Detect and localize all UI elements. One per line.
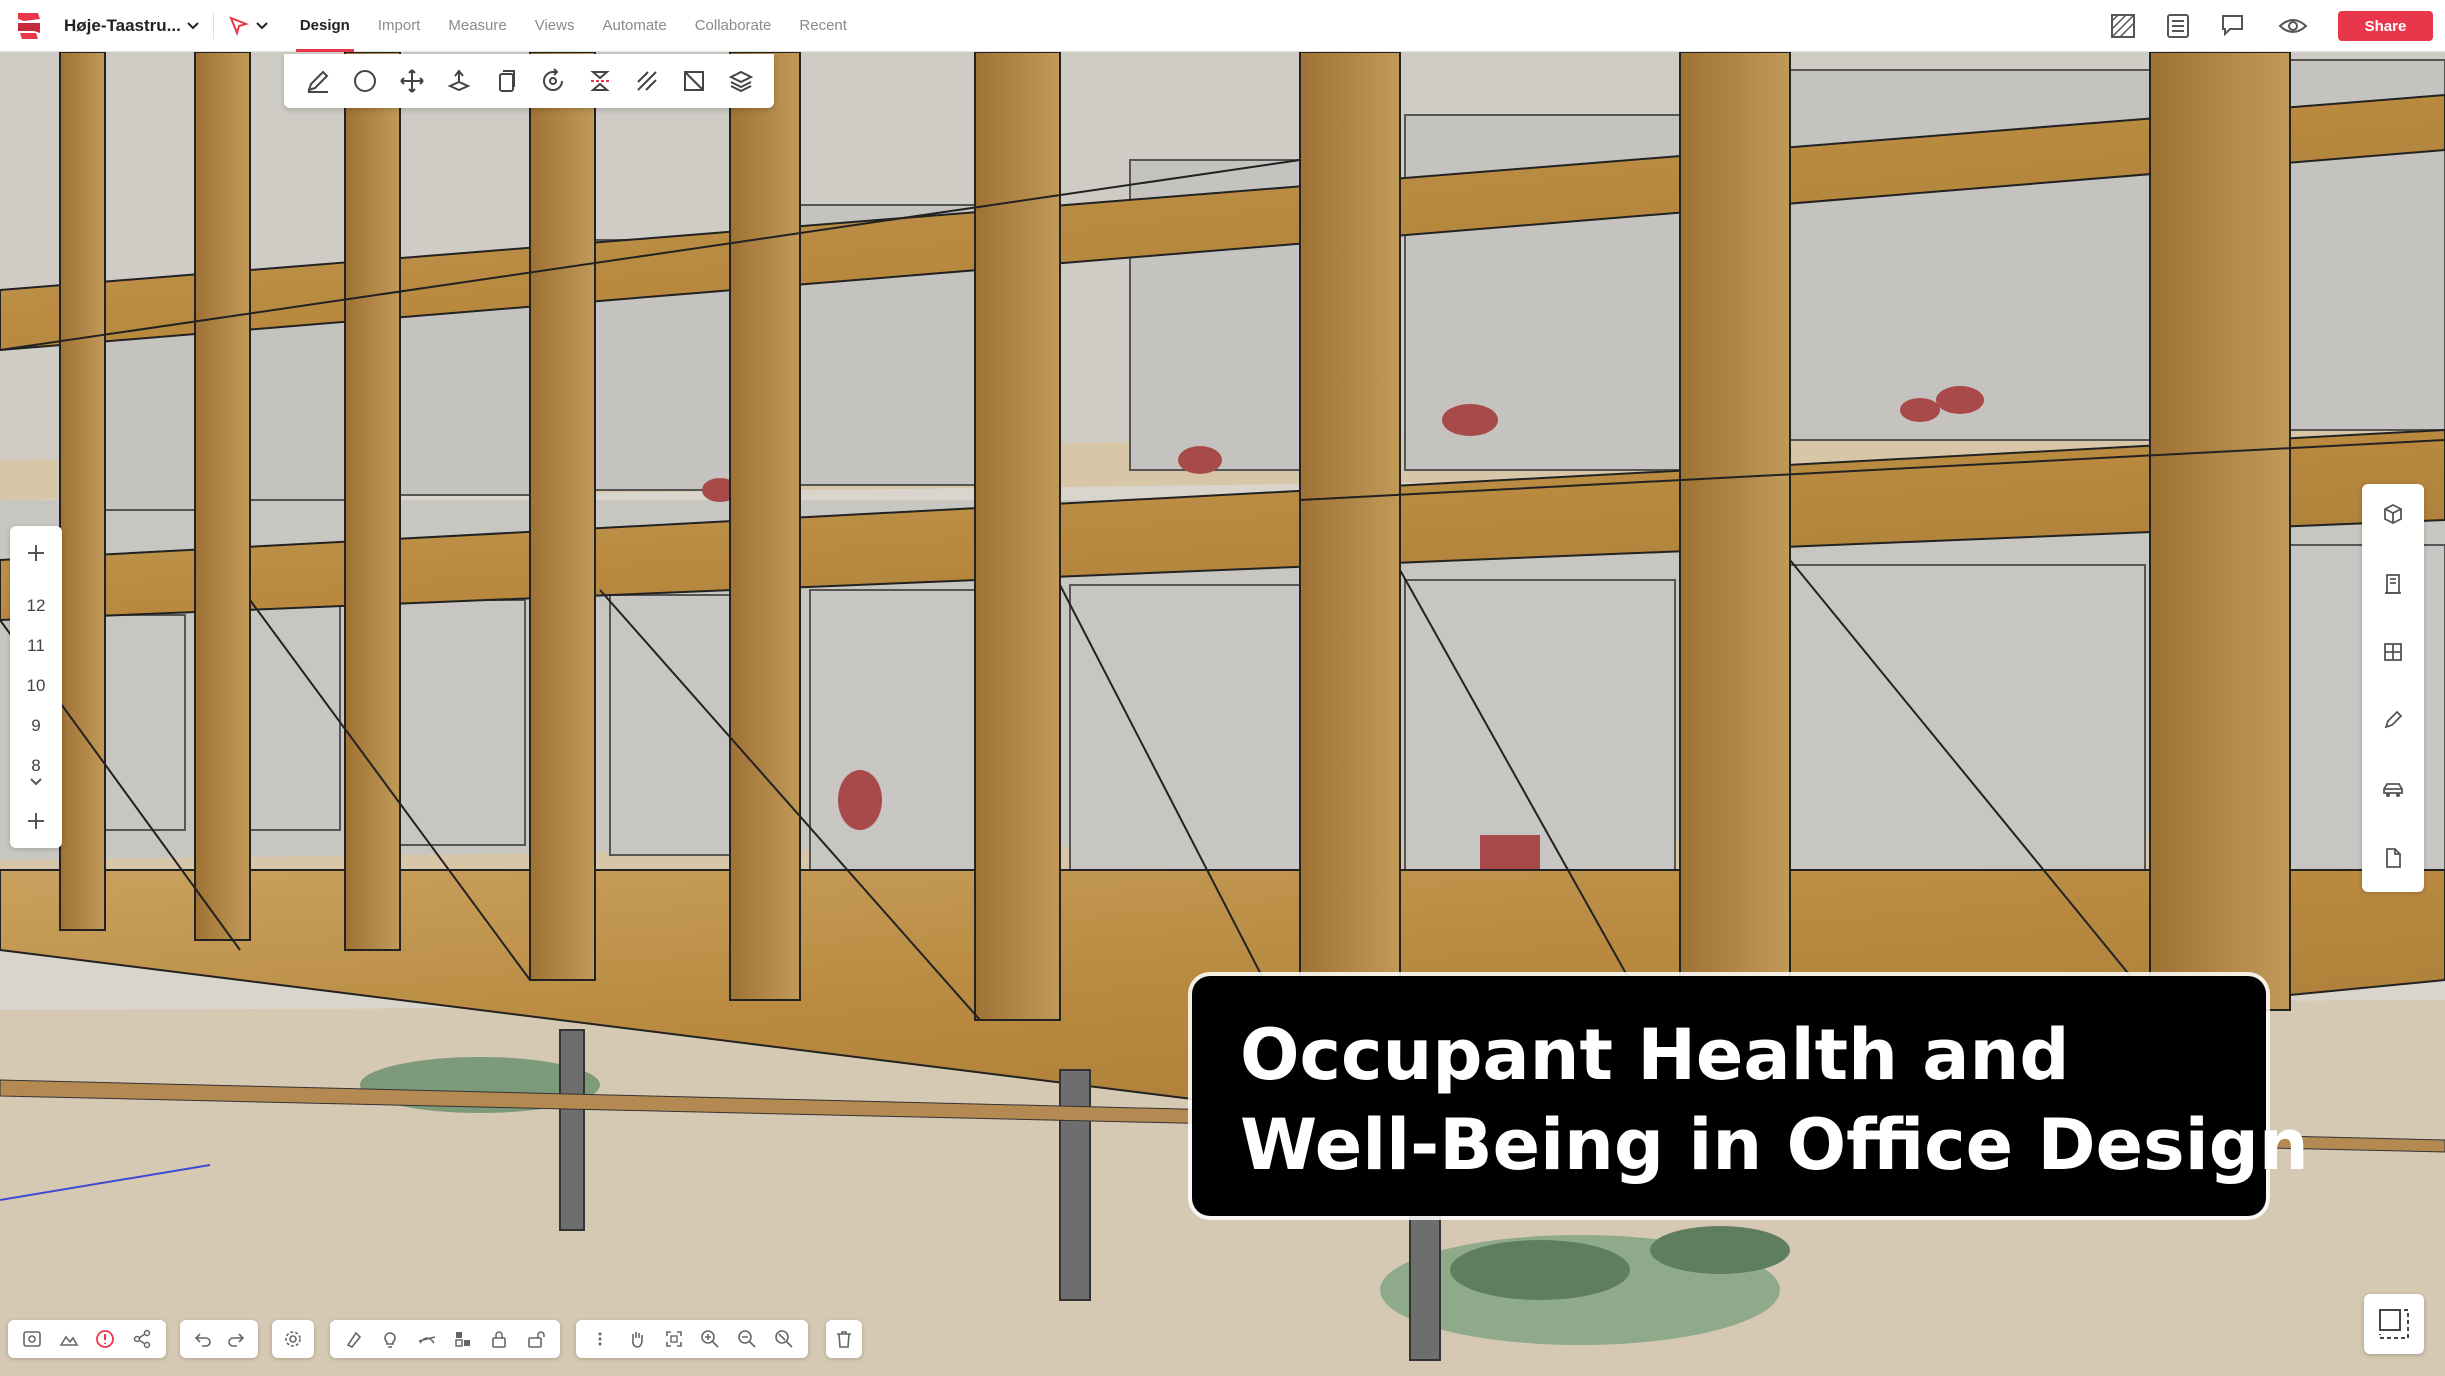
plus-icon [27, 544, 45, 562]
zoom-out-icon[interactable] [733, 1325, 761, 1353]
menu-design[interactable]: Design [286, 0, 364, 52]
offset-icon[interactable] [631, 65, 663, 97]
material-icon[interactable] [449, 1325, 477, 1353]
floor-level-item[interactable]: 12 [10, 596, 62, 616]
select-tool-dropdown[interactable] [228, 15, 268, 37]
menu-recent[interactable]: Recent [785, 0, 861, 52]
divider [212, 12, 214, 39]
project-name: Høje-Taastru... [64, 15, 181, 35]
caption-line-2: Well-Being in Office Design [1240, 1104, 2309, 1186]
caption-line-1: Occupant Health and [1240, 1014, 2070, 1096]
bottom-group-settings [272, 1320, 314, 1358]
warning-icon[interactable] [91, 1325, 119, 1353]
unlock-icon[interactable] [522, 1325, 550, 1353]
notes-icon[interactable] [2166, 13, 2190, 39]
chevron-down-icon [30, 778, 42, 786]
bottom-group-navigation [576, 1320, 808, 1358]
copy-icon[interactable] [490, 65, 522, 97]
grid-icon[interactable] [2377, 636, 2409, 668]
column-icon[interactable] [2377, 568, 2409, 600]
delete-icon[interactable] [832, 1325, 856, 1353]
floor-level-item[interactable]: 9 [10, 716, 62, 736]
add-floor-above-button[interactable] [10, 536, 62, 570]
mirror-icon[interactable] [584, 65, 616, 97]
bottom-group-delete [826, 1320, 862, 1358]
project-selector[interactable]: Høje-Taastru... [64, 16, 199, 36]
eye-icon[interactable] [2278, 16, 2308, 36]
document-icon[interactable] [2377, 842, 2409, 874]
car-icon[interactable] [2377, 774, 2409, 806]
terrain-icon[interactable] [55, 1325, 83, 1353]
menu-import[interactable]: Import [364, 0, 435, 52]
menu-measure[interactable]: Measure [434, 0, 520, 52]
scroll-down-button[interactable] [10, 770, 62, 794]
fit-icon[interactable] [660, 1325, 688, 1353]
zoom-in-icon[interactable] [696, 1325, 724, 1353]
share-button[interactable]: Share [2338, 11, 2433, 41]
visibility-icon[interactable] [18, 1325, 46, 1353]
share-icon[interactable] [128, 1325, 156, 1353]
paint-icon[interactable] [340, 1325, 368, 1353]
comments-icon[interactable] [2220, 13, 2248, 39]
circle-icon[interactable] [349, 65, 381, 97]
chevron-down-icon [187, 21, 199, 30]
select-arrow-icon [228, 15, 250, 37]
plus-icon [27, 812, 45, 830]
floor-level-panel: 12 11 10 9 8 [10, 526, 62, 848]
viewport-frame-button[interactable] [2364, 1294, 2424, 1354]
menu-views[interactable]: Views [521, 0, 589, 52]
pen-icon[interactable] [2377, 704, 2409, 736]
more-icon[interactable] [586, 1325, 614, 1353]
frame-icon [2374, 1304, 2414, 1344]
floor-level-item[interactable]: 11 [10, 636, 62, 656]
right-tool-panel [2362, 484, 2424, 892]
settings-icon[interactable] [279, 1325, 307, 1353]
extrude-icon[interactable] [443, 65, 475, 97]
zoom-extents-icon[interactable] [770, 1325, 798, 1353]
pan-icon[interactable] [623, 1325, 651, 1353]
pencil-icon[interactable] [302, 65, 334, 97]
light-icon[interactable] [376, 1325, 404, 1353]
layers-icon[interactable] [725, 65, 757, 97]
design-toolbar [284, 54, 774, 108]
rotate-icon[interactable] [537, 65, 569, 97]
section-icon[interactable] [678, 65, 710, 97]
move-icon[interactable] [396, 65, 428, 97]
cube-icon[interactable] [2377, 498, 2409, 530]
floor-level-item[interactable]: 10 [10, 676, 62, 696]
top-right-tools: Share [2110, 0, 2433, 52]
redo-icon[interactable] [222, 1325, 250, 1353]
bottom-group-view [8, 1320, 166, 1358]
lock-icon[interactable] [485, 1325, 513, 1353]
sun-icon[interactable] [413, 1325, 441, 1353]
menu-collaborate[interactable]: Collaborate [681, 0, 786, 52]
bottom-group-history [180, 1320, 258, 1358]
main-menu: Design Import Measure Views Automate Col… [286, 0, 861, 52]
add-floor-below-button[interactable] [10, 804, 62, 838]
chevron-down-icon [256, 21, 268, 30]
menu-automate[interactable]: Automate [588, 0, 680, 52]
app-logo-icon[interactable] [12, 9, 46, 43]
floorplan-icon[interactable] [2110, 13, 2136, 39]
caption-overlay: Occupant Health and Well-Being in Office… [1192, 976, 2309, 1216]
undo-icon[interactable] [189, 1325, 217, 1353]
bottom-group-render [330, 1320, 560, 1358]
top-bar: Høje-Taastru... Design Import Measure Vi… [0, 0, 2445, 52]
